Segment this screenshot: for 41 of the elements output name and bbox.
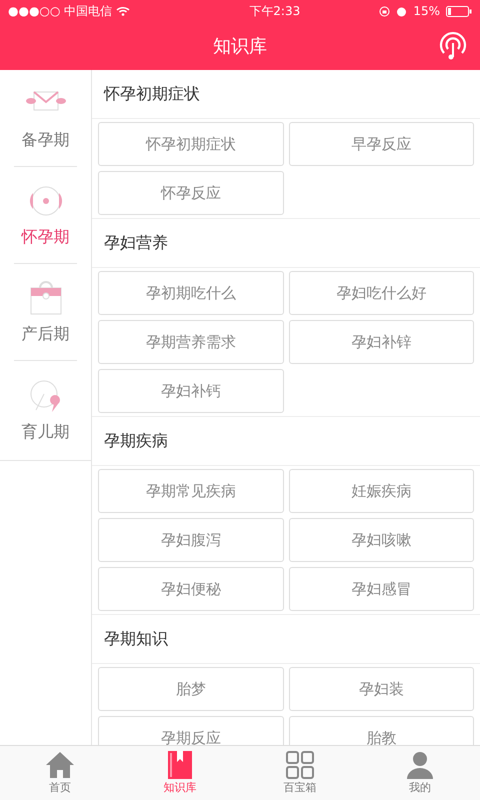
- section-title: 孕期疾病: [92, 417, 480, 466]
- topic-button[interactable]: 孕期反应: [98, 716, 284, 745]
- topic-button[interactable]: 孕妇腹泻: [98, 518, 284, 562]
- topic-button[interactable]: 胎教: [288, 716, 474, 745]
- topic-button[interactable]: 怀孕初期症状: [98, 122, 284, 166]
- topic-button[interactable]: 孕妇咳嗽: [288, 518, 474, 562]
- clock-text: 下午2:33: [249, 3, 300, 20]
- topic-button[interactable]: 孕妇感冒: [288, 567, 474, 611]
- tab-bar-item[interactable]: 我的: [360, 746, 480, 800]
- home-icon: [44, 750, 76, 780]
- music-broadcast-icon[interactable]: [438, 31, 468, 61]
- grid-icon: [284, 750, 316, 780]
- tab-bar-item[interactable]: 百宝箱: [240, 746, 360, 800]
- topic-button[interactable]: 孕妇吃什么好: [288, 271, 474, 315]
- sidebar-item[interactable]: 育儿期: [14, 361, 77, 458]
- topic-button[interactable]: 孕妇补钙: [98, 369, 284, 413]
- section-title: 孕妇营养: [92, 219, 480, 268]
- sidebar-item[interactable]: 怀孕期: [14, 167, 77, 264]
- topic-button[interactable]: 胎梦: [98, 667, 284, 711]
- topic-button[interactable]: 孕期营养需求: [98, 320, 284, 364]
- topic-button[interactable]: 早孕反应: [288, 122, 474, 166]
- topic-button[interactable]: 孕妇补锌: [288, 320, 474, 364]
- topic-button[interactable]: 孕期常见疾病: [98, 469, 284, 513]
- section-title: 怀孕初期症状: [92, 70, 480, 119]
- topic-button[interactable]: 孕妇便秘: [98, 567, 284, 611]
- carrier-text: ●●●○○ 中国电信: [8, 3, 112, 20]
- header-title: 知识库: [213, 34, 267, 58]
- sidebar-item[interactable]: 备孕期: [14, 70, 77, 167]
- lock-rotation-icon: [379, 6, 390, 16]
- tab-bar-item[interactable]: 知识库: [120, 746, 240, 800]
- topic-button[interactable]: 怀孕反应: [98, 171, 284, 215]
- section-title: 孕期知识: [92, 615, 480, 664]
- tab-bar-item[interactable]: 首页: [0, 746, 120, 800]
- wifi-icon: [116, 6, 130, 16]
- battery-text: 15%: [413, 3, 440, 20]
- topic-button[interactable]: 孕初期吃什么: [98, 271, 284, 315]
- topic-button[interactable]: 孕妇装: [288, 667, 474, 711]
- topic-button[interactable]: 妊娠疾病: [288, 469, 474, 513]
- person-icon: [404, 750, 436, 780]
- battery-icon: [446, 6, 472, 16]
- sidebar-item[interactable]: 产后期: [14, 264, 77, 361]
